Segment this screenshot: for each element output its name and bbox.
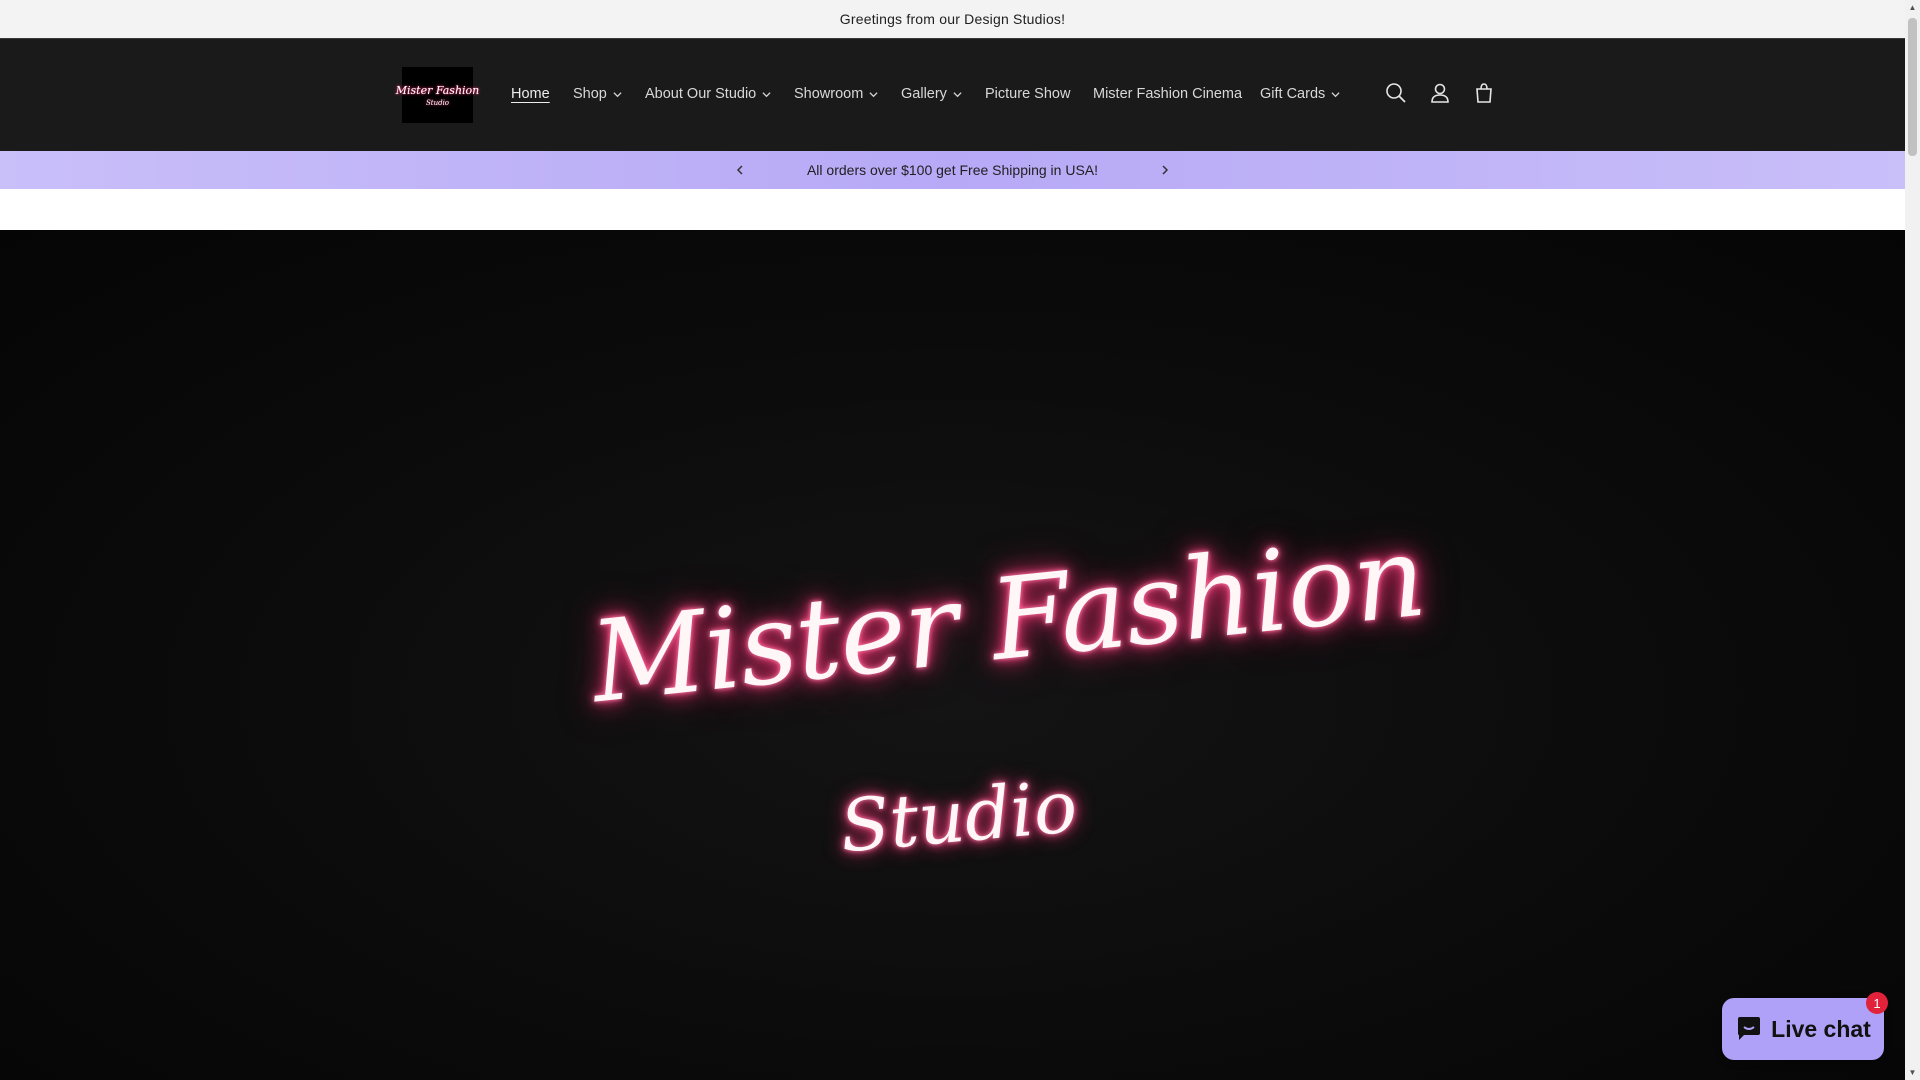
logo-line1: Mister Fashion (395, 83, 480, 97)
search-icon[interactable] (1381, 78, 1411, 108)
hero-subtitle: Studio (836, 764, 1081, 869)
nav-showroom[interactable]: Showroom (794, 83, 878, 105)
page: Greetings from our Design Studios! Miste… (0, 0, 1905, 1080)
nav-home-label: Home (511, 86, 550, 102)
chevron-down-icon (1331, 91, 1340, 97)
nav-shop[interactable]: Shop (573, 83, 622, 105)
spacer-strip (0, 189, 1905, 230)
nav-cinema[interactable]: Mister Fashion Cinema (1093, 83, 1242, 105)
announcement-bar: Greetings from our Design Studios! (0, 0, 1905, 39)
store-logo[interactable]: Mister Fashion Studio (396, 67, 479, 123)
next-announcement-button[interactable] (1155, 160, 1175, 180)
hero-banner: Mister Fashion Studio (0, 230, 1905, 1080)
nav-picture-show[interactable]: Picture Show (985, 83, 1070, 105)
nav-shop-label: Shop (573, 86, 607, 102)
chat-notification-badge: 1 (1866, 992, 1888, 1014)
nav-gift-cards-label: Gift Cards (1260, 86, 1326, 102)
nav-picture-show-label: Picture Show (985, 86, 1071, 102)
page-scrollbar[interactable]: ▲ ▼ (1905, 0, 1920, 1080)
scroll-thumb[interactable] (1908, 18, 1917, 156)
hero-title: Mister Fashion (585, 511, 1431, 729)
scroll-down-icon[interactable]: ▼ (1908, 1068, 1917, 1077)
live-chat-label: Live chat (1771, 1015, 1871, 1042)
scroll-up-icon[interactable]: ▲ (1908, 3, 1917, 12)
announcement-text: Greetings from our Design Studios! (839, 11, 1066, 27)
live-chat-button[interactable]: Live chat (1722, 998, 1884, 1060)
chat-bubble-icon (1738, 1017, 1761, 1040)
nav-showroom-label: Showroom (794, 86, 864, 102)
shipping-text: All orders over $100 get Free Shipping i… (806, 162, 1099, 178)
nav-gallery[interactable]: Gallery (901, 83, 962, 105)
site-header: Mister Fashion Studio Home Shop About Ou… (0, 39, 1905, 151)
nav-gallery-label: Gallery (901, 86, 947, 102)
chevron-down-icon (869, 91, 878, 97)
account-icon[interactable] (1425, 78, 1455, 108)
shipping-announcement: All orders over $100 get Free Shipping i… (0, 151, 1905, 189)
nav-about[interactable]: About Our Studio (645, 83, 771, 105)
chevron-down-icon (762, 91, 771, 97)
chevron-down-icon (953, 91, 962, 97)
chevron-right-icon (1162, 165, 1169, 175)
chevron-down-icon (613, 91, 622, 97)
nav-about-label: About Our Studio (645, 86, 757, 102)
nav-gift-cards[interactable]: Gift Cards (1260, 83, 1340, 105)
nav-home[interactable]: Home (511, 83, 550, 105)
nav-cinema-label: Mister Fashion Cinema (1093, 86, 1243, 102)
cart-icon[interactable] (1469, 78, 1499, 108)
logo-line2: Studio (425, 98, 450, 107)
